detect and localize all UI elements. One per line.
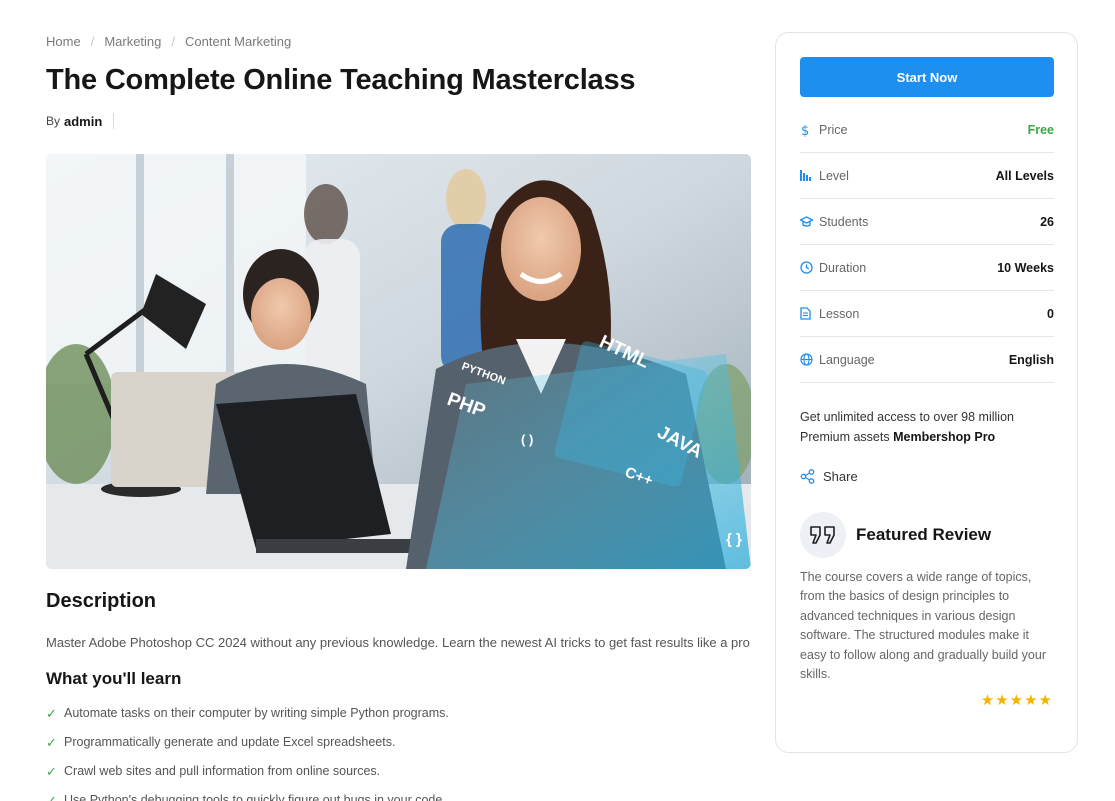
description-heading: Description: [46, 590, 157, 612]
start-now-button[interactable]: Start Now: [800, 57, 1054, 97]
author-link[interactable]: admin: [64, 114, 102, 129]
check-icon: ✓: [46, 735, 57, 750]
hero-illustration: PYTHON PHP HTML JAVA C++ { } ( ): [46, 154, 751, 569]
learn-item: ✓ Crawl web sites and pull information fr…: [46, 764, 449, 793]
share-icon: [800, 469, 815, 484]
share-button[interactable]: Share: [800, 469, 858, 484]
breadcrumb-separator: /: [90, 34, 95, 49]
meta-value: English: [1008, 352, 1054, 367]
byline: By admin: [46, 113, 115, 129]
meta-row-students: Students 26: [800, 199, 1054, 245]
learn-item-text: Use Python's debugging tools to quickly …: [64, 793, 446, 801]
document-icon: [800, 307, 819, 320]
learn-list: ✓ Automate tasks on their computer by wri…: [46, 706, 449, 801]
meta-label: Level: [819, 168, 849, 183]
dollar-icon: $: [800, 123, 819, 137]
check-icon: ✓: [46, 793, 57, 801]
svg-text:$: $: [801, 124, 809, 137]
check-icon: ✓: [46, 764, 57, 779]
check-icon: ✓: [46, 706, 57, 721]
byline-divider: [113, 113, 115, 129]
meta-row-price: $ Price Free: [800, 107, 1054, 153]
promo-brand: Membershop Pro: [893, 430, 996, 444]
meta-row-level: Level All Levels: [800, 153, 1054, 199]
description-text: Master Adobe Photoshop CC 2024 without a…: [46, 635, 750, 650]
breadcrumb-home-link[interactable]: Home: [46, 34, 81, 49]
breadcrumb-separator: /: [171, 34, 176, 49]
clock-icon: [800, 261, 819, 274]
learn-item: ✓ Programmatically generate and update Ex…: [46, 735, 449, 764]
breadcrumb-current: Content Marketing: [185, 34, 292, 49]
learn-item-text: Automate tasks on their computer by writ…: [64, 706, 449, 720]
meta-row-lesson: Lesson 0: [800, 291, 1054, 337]
globe-icon: [800, 353, 819, 366]
meta-row-language: Language English: [800, 337, 1054, 383]
share-label: Share: [823, 469, 858, 484]
featured-review-text: The course covers a wide range of topics…: [800, 570, 1046, 682]
meta-value: All Levels: [995, 168, 1054, 183]
hero-code-label: { }: [726, 531, 742, 548]
membership-promo: Get unlimited access to over 98 million …: [800, 407, 1054, 447]
meta-label: Price: [819, 122, 848, 137]
bar-chart-icon: [800, 170, 819, 181]
quote-icon: [800, 512, 846, 558]
hero-code-label: ( ): [521, 432, 533, 447]
course-sidebar: Start Now $ Price Free Level All Levels …: [775, 32, 1078, 753]
course-title: The Complete Online Teaching Masterclass: [46, 64, 636, 96]
learn-item: ✓ Use Python's debugging tools to quickly…: [46, 793, 449, 801]
breadcrumb-marketing-link[interactable]: Marketing: [104, 34, 161, 49]
learn-item-text: Crawl web sites and pull information fro…: [64, 764, 381, 778]
meta-value: Free: [1027, 122, 1054, 137]
featured-review-heading: Featured Review: [856, 525, 992, 544]
meta-label: Students: [819, 214, 869, 229]
learn-item: ✓ Automate tasks on their computer by wri…: [46, 706, 449, 735]
meta-value: 0: [1047, 306, 1054, 321]
course-hero-image: PYTHON PHP HTML JAVA C++ { } ( ): [46, 154, 751, 569]
meta-label: Lesson: [819, 306, 860, 321]
learn-item-text: Programmatically generate and update Exc…: [64, 735, 396, 749]
meta-label: Duration: [819, 260, 867, 275]
breadcrumb: Home / Marketing / Content Marketing: [46, 34, 291, 49]
meta-value: 26: [1040, 214, 1054, 229]
meta-label: Language: [819, 352, 875, 367]
course-meta-list: $ Price Free Level All Levels Students 2…: [800, 107, 1054, 383]
featured-review-header: Featured Review: [800, 512, 991, 558]
learn-heading: What you'll learn: [46, 669, 182, 688]
meta-row-duration: Duration 10 Weeks: [800, 245, 1054, 291]
by-label: By: [46, 114, 61, 128]
rating-stars: ★★★★★: [980, 692, 1053, 709]
meta-value: 10 Weeks: [997, 260, 1054, 275]
graduation-cap-icon: [800, 215, 819, 228]
